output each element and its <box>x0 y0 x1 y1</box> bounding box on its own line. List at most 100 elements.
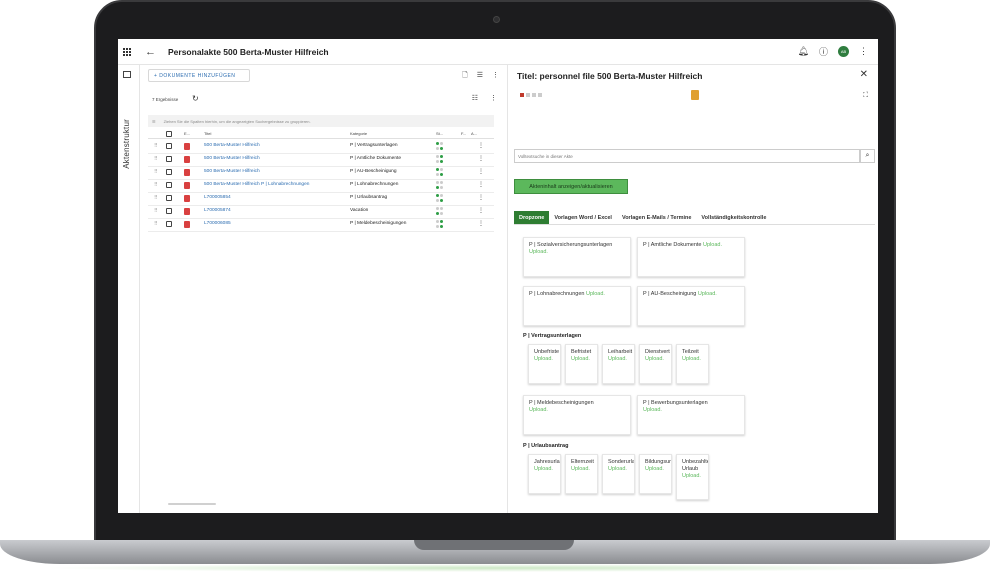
table-row[interactable]: ⠿ 500 Berta-Muster Hilfreich P | AU-Besche… <box>148 167 494 180</box>
dropzone-card[interactable]: P | Bewerbungsunterlagen Upload. <box>637 395 745 435</box>
dropzone-subcard[interactable]: Jahresurla Upload. <box>528 454 561 494</box>
table-row[interactable]: ⠿ 500 Berta-Muster Hilfreich P | Vertragsu… <box>148 141 494 154</box>
row-title-link[interactable]: L700006085 <box>204 221 231 226</box>
drag-handle-icon[interactable]: ⠿ <box>154 156 158 162</box>
table-row[interactable]: ⠿ L700006085 P | Meldebescheinigungen ⋮ <box>148 219 494 232</box>
row-title-link[interactable]: 500 Berta-Muster Hilfreich P | Lohnabrec… <box>204 182 309 187</box>
dropzone-subcard[interactable]: Leiharbeit Upload. <box>602 344 635 384</box>
col-e[interactable]: E... <box>184 131 190 136</box>
upload-link[interactable]: Upload. <box>698 291 717 297</box>
upload-link[interactable]: Upload. <box>703 242 722 248</box>
row-kebab-icon[interactable]: ⋮ <box>478 181 484 188</box>
upload-link[interactable]: Upload. <box>643 407 662 413</box>
horizontal-scrollbar[interactable] <box>168 503 216 505</box>
dropzone-subcard[interactable]: Dienstvert Upload. <box>639 344 672 384</box>
dropzone-card[interactable]: P | Lohnabrechnungen Upload. <box>523 286 631 326</box>
group-by-bar[interactable]: ☰ Ziehen Sie die Spalten hierhin, um die… <box>148 115 494 127</box>
row-kebab-icon[interactable]: ⋮ <box>478 207 484 214</box>
dropzone-subcard[interactable]: Sonderurla Upload. <box>602 454 635 494</box>
kebab-menu-icon[interactable]: ⋮ <box>490 94 497 102</box>
row-title-link[interactable]: 500 Berta-Muster Hilfreich <box>204 156 260 161</box>
dropzone-card[interactable]: P | Amtliche Dokumente Upload. <box>637 237 745 277</box>
col-category[interactable]: Kategorie <box>350 131 367 136</box>
tab-dropzone[interactable]: Dropzone <box>514 211 550 224</box>
upload-link[interactable]: Upload. <box>529 407 548 413</box>
list-view-icon[interactable]: ☰ <box>477 71 483 82</box>
search-icon[interactable]: ⌕ <box>860 149 875 163</box>
upload-link[interactable]: Upload. <box>534 356 553 362</box>
panel-toggle-icon[interactable] <box>123 71 131 78</box>
bell-icon[interactable]: 🔔︎ <box>798 46 809 57</box>
table-row[interactable]: ⠿ 500 Berta-Muster Hilfreich P | Lohnabre… <box>148 180 494 193</box>
dropzone-subcard[interactable]: Bildungsur Upload. <box>639 454 672 494</box>
upload-link[interactable]: Upload. <box>534 466 553 472</box>
folder-icon[interactable] <box>691 90 699 100</box>
tab-word-excel[interactable]: Vorlagen Word / Excel <box>549 211 617 224</box>
dropzone-subcard[interactable]: Elternzeit Upload. <box>565 454 598 494</box>
kebab-menu-icon[interactable]: ⋮ <box>859 46 868 57</box>
row-title-link[interactable]: 500 Berta-Muster Hilfreich <box>204 143 260 148</box>
table-row[interactable]: ⠿ L700005854 P | Urlaubsantrag ⋮ <box>148 193 494 206</box>
col-title[interactable]: Titel <box>204 131 211 136</box>
row-checkbox[interactable] <box>166 143 172 149</box>
new-document-icon[interactable]: 🗋 <box>462 71 468 82</box>
row-checkbox[interactable] <box>166 169 172 175</box>
table-row[interactable]: ⠿ 500 Berta-Muster Hilfreich P | Amtliche … <box>148 154 494 167</box>
tab-email-termine[interactable]: Vorlagen E-Mails / Termine <box>617 211 696 224</box>
row-title-link[interactable]: L700005854 <box>204 195 231 200</box>
row-kebab-icon[interactable]: ⋮ <box>478 142 484 149</box>
add-documents-button[interactable]: + DOKUMENTE HINZUFÜGEN <box>148 69 250 82</box>
dropzone-subcard[interactable]: Unbefriste Upload. <box>528 344 561 384</box>
back-arrow-icon[interactable]: ← <box>145 46 156 58</box>
row-kebab-icon[interactable]: ⋮ <box>478 194 484 201</box>
upload-link[interactable]: Upload. <box>645 466 664 472</box>
drag-handle-icon[interactable]: ⠿ <box>154 143 158 149</box>
dropzone-card[interactable]: P | Sozialversicherungsunterlagen Upload. <box>523 237 631 277</box>
row-checkbox[interactable] <box>166 208 172 214</box>
row-checkbox[interactable] <box>166 195 172 201</box>
row-kebab-icon[interactable]: ⋮ <box>478 168 484 175</box>
close-icon[interactable]: ✕ <box>860 69 868 80</box>
col-a[interactable]: A... <box>471 131 477 136</box>
col-status[interactable]: St... <box>436 131 443 136</box>
dropzone-card[interactable]: P | AU-Bescheinigung Upload. <box>637 286 745 326</box>
upload-link[interactable]: Upload. <box>682 473 701 479</box>
drag-handle-icon[interactable]: ⠿ <box>154 182 158 188</box>
row-title-link[interactable]: 500 Berta-Muster Hilfreich <box>204 169 260 174</box>
upload-link[interactable]: Upload. <box>608 356 627 362</box>
dropzone-subcard[interactable]: Unbezahlter Urlaub Upload. <box>676 454 709 500</box>
row-checkbox[interactable] <box>166 221 172 227</box>
upload-link[interactable]: Upload. <box>571 466 590 472</box>
row-title-link[interactable]: L700005874 <box>204 208 231 213</box>
help-icon[interactable]: ⓘ <box>819 45 828 58</box>
drag-handle-icon[interactable]: ⠿ <box>154 221 158 227</box>
expand-icon[interactable]: ⛶ <box>863 92 868 100</box>
upload-link[interactable]: Upload. <box>682 356 701 362</box>
row-kebab-icon[interactable]: ⋮ <box>478 155 484 162</box>
sidebar-label[interactable]: Aktenstruktur <box>122 119 131 169</box>
fulltext-search-input[interactable]: Volltextsuche in dieser Akte <box>514 149 860 163</box>
apps-grid-icon[interactable] <box>123 47 131 56</box>
upload-link[interactable]: Upload. <box>608 466 627 472</box>
dropzone-card[interactable]: P | Meldebescheinigungen Upload. <box>523 395 631 435</box>
row-checkbox[interactable] <box>166 182 172 188</box>
upload-link[interactable]: Upload. <box>586 291 605 297</box>
avatar[interactable]: AB <box>838 46 849 57</box>
select-all-checkbox[interactable] <box>166 131 172 137</box>
filter-settings-icon[interactable]: ☷ <box>472 94 478 102</box>
upload-link[interactable]: Upload. <box>645 356 664 362</box>
drag-handle-icon[interactable]: ⠿ <box>154 208 158 214</box>
row-checkbox[interactable] <box>166 156 172 162</box>
drag-handle-icon[interactable]: ⠿ <box>154 169 158 175</box>
row-kebab-icon[interactable]: ⋮ <box>478 220 484 227</box>
refresh-icon[interactable]: ↻ <box>192 94 199 103</box>
refresh-content-button[interactable]: Akteninhalt anzeigen/aktualisieren <box>514 179 628 194</box>
tab-vollstaendigkeit[interactable]: Vollständigkeitskontrolle <box>696 211 771 224</box>
col-f[interactable]: F... <box>461 131 466 136</box>
dropzone-subcard[interactable]: Teilzeit Upload. <box>676 344 709 384</box>
kebab-menu-icon[interactable]: ⋮ <box>492 71 499 82</box>
upload-link[interactable]: Upload. <box>571 356 590 362</box>
drag-handle-icon[interactable]: ⠿ <box>154 195 158 201</box>
upload-link[interactable]: Upload. <box>529 249 548 255</box>
table-row[interactable]: ⠿ L700005874 Vacation ⋮ <box>148 206 494 219</box>
